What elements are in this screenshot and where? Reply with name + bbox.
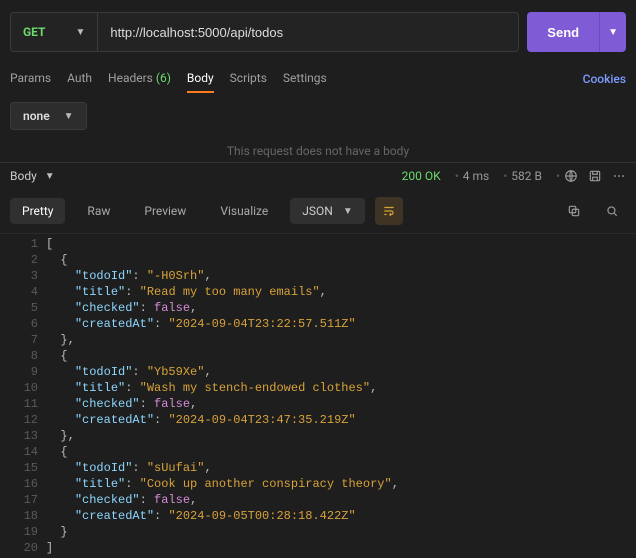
tab-body[interactable]: Body [187, 65, 214, 93]
response-status-bar: Body ▼ 200 OK 4 ms 582 B [0, 163, 636, 189]
chevron-down-icon: ▼ [64, 111, 74, 122]
tab-scripts[interactable]: Scripts [230, 65, 267, 93]
chevron-down-icon: ▼ [343, 206, 353, 217]
more-icon[interactable] [612, 169, 626, 183]
send-dropdown-button[interactable]: ▼ [599, 12, 626, 52]
send-button[interactable]: Send [527, 12, 599, 52]
wrap-lines-button[interactable] [375, 197, 403, 225]
status-text: OK [425, 169, 441, 183]
tab-settings[interactable]: Settings [283, 65, 327, 93]
body-type-label: none [23, 109, 50, 123]
chevron-down-icon: ▼ [75, 27, 85, 38]
url-input[interactable] [98, 13, 518, 51]
search-icon[interactable] [598, 197, 626, 225]
send-label: Send [547, 25, 579, 40]
tab-auth[interactable]: Auth [67, 65, 92, 93]
response-body-dropdown[interactable]: Body ▼ [10, 169, 55, 183]
view-visualize[interactable]: Visualize [208, 198, 280, 224]
copy-icon[interactable] [560, 197, 588, 225]
response-view-tabs: Pretty Raw Preview Visualize JSON ▼ [0, 189, 636, 233]
request-tabs: Params Auth Headers (6) Body Scripts Set… [0, 64, 636, 94]
status-code: 200 [402, 169, 422, 183]
empty-body-message: This request does not have a body [0, 138, 636, 162]
save-response-icon[interactable] [588, 169, 602, 183]
line-gutter: 1234567891011121314151617181920 [0, 234, 46, 558]
code-lines: [ { "todoId": "-H0Srh", "title": "Read m… [46, 234, 636, 558]
body-type-select[interactable]: none ▼ [10, 102, 87, 130]
tab-params[interactable]: Params [10, 65, 51, 93]
chevron-down-icon: ▼ [45, 171, 55, 182]
response-time: 4 ms [451, 169, 490, 183]
tab-headers-label: Headers [108, 71, 153, 85]
method-select[interactable]: GET ▼ [11, 13, 98, 51]
cookies-link[interactable]: Cookies [583, 72, 626, 86]
response-body-code[interactable]: 1234567891011121314151617181920 [ { "tod… [0, 233, 636, 558]
headers-count-badge: (6) [156, 71, 171, 85]
view-raw[interactable]: Raw [75, 198, 122, 224]
view-preview[interactable]: Preview [132, 198, 198, 224]
format-select[interactable]: JSON ▼ [290, 198, 364, 224]
chevron-down-icon: ▼ [608, 27, 618, 38]
status-badge: 200 OK [402, 169, 441, 183]
send-group: Send ▼ [527, 12, 626, 52]
view-pretty[interactable]: Pretty [10, 198, 65, 224]
url-group: GET ▼ [10, 12, 519, 52]
body-type-row: none ▼ [0, 94, 636, 138]
tab-headers[interactable]: Headers (6) [108, 65, 171, 93]
method-label: GET [23, 25, 45, 39]
response-label: Body [10, 169, 37, 183]
format-label: JSON [302, 204, 333, 218]
response-size: 582 B [499, 169, 542, 183]
globe-icon[interactable] [552, 169, 578, 183]
request-bar: GET ▼ Send ▼ [0, 0, 636, 64]
